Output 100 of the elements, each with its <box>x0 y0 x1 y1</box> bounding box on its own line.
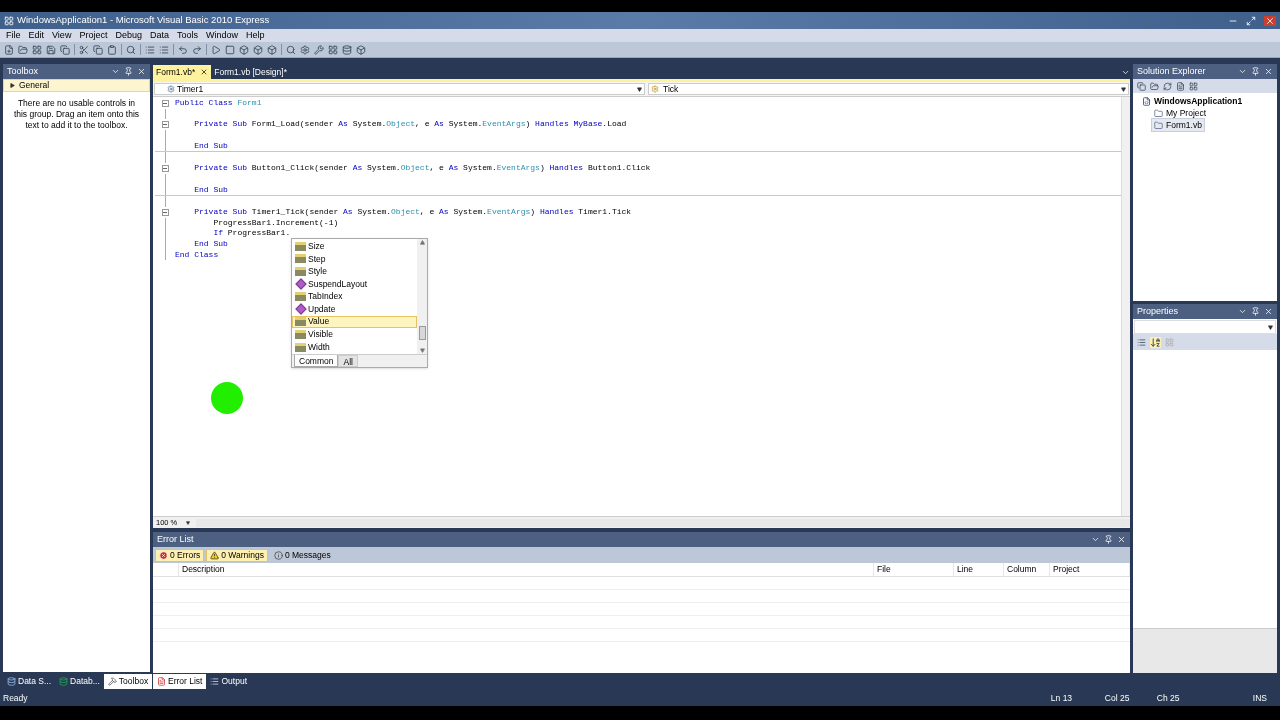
toolbar-icon[interactable] <box>300 44 310 55</box>
collapse-icon[interactable] <box>161 121 169 129</box>
completion-item[interactable]: TabIndex <box>292 290 417 303</box>
completion-tab[interactable]: Common <box>294 355 339 368</box>
column-header[interactable]: Column <box>1004 563 1050 576</box>
pin-icon[interactable] <box>124 67 133 76</box>
completion-tab[interactable]: All <box>338 355 358 368</box>
menu-item[interactable]: Edit <box>24 28 49 43</box>
toolbar-icon[interactable] <box>1163 81 1172 91</box>
method-dropdown[interactable]: Tick <box>648 83 1129 95</box>
toolbar-icon[interactable] <box>107 44 117 55</box>
menu-item[interactable]: Debug <box>111 28 146 43</box>
pin-icon[interactable] <box>1104 535 1113 544</box>
toolbar-icon[interactable] <box>4 44 14 55</box>
toolbar-icon[interactable] <box>126 44 136 55</box>
property-icon <box>295 342 306 352</box>
class-dropdown[interactable]: Timer1 <box>154 83 645 95</box>
completion-item[interactable]: Value <box>292 315 417 329</box>
tool-window-tab[interactable]: Toolbox <box>103 674 153 689</box>
column-header[interactable]: File <box>874 563 954 576</box>
close-icon[interactable] <box>137 67 146 76</box>
window-title: WindowsApplication1 - Microsoft Visual Basic 2010 Express <box>17 13 271 28</box>
completion-item[interactable]: Style <box>292 265 417 278</box>
completion-item[interactable]: Step <box>292 252 417 266</box>
collapse-icon[interactable] <box>161 99 169 107</box>
dropdown-icon[interactable] <box>1091 535 1100 544</box>
tree-item[interactable]: Form1.vb <box>1151 117 1205 133</box>
filter-toggle[interactable]: 0 Warnings <box>206 548 268 562</box>
completion-item[interactable]: Size <box>292 240 417 253</box>
tool-window-tab[interactable]: Data S... <box>3 674 56 689</box>
filter-toggle[interactable]: 0 Errors <box>155 548 205 562</box>
toolbar-icon[interactable] <box>79 44 89 55</box>
dropdown-icon[interactable] <box>1121 68 1130 77</box>
categorized-icon[interactable] <box>1137 337 1146 347</box>
tool-window-tab[interactable]: Error List <box>153 674 207 689</box>
menu-item[interactable]: Tools <box>172 28 202 43</box>
tool-window-tab[interactable]: Output <box>206 674 251 689</box>
toolbar-icon[interactable] <box>211 44 221 55</box>
toolbar-icon[interactable] <box>1189 81 1198 91</box>
toolbar-icon[interactable] <box>1137 81 1146 91</box>
menu-item[interactable]: Data <box>145 28 173 43</box>
toolbar-icon[interactable] <box>18 44 28 55</box>
pin-icon[interactable] <box>1251 307 1260 316</box>
close-icon[interactable] <box>1264 307 1273 316</box>
toolbar-icon[interactable] <box>225 44 235 55</box>
editor-tab[interactable]: Form1.vb [Design]* <box>211 65 290 79</box>
column-header[interactable]: Description <box>179 563 874 576</box>
toolbox-group[interactable]: General <box>3 79 150 92</box>
toolbar-icon[interactable] <box>286 44 296 55</box>
toolbar-icon[interactable] <box>356 44 366 55</box>
completion-item[interactable]: Width <box>292 340 417 354</box>
scroll-up-icon[interactable] <box>419 240 425 245</box>
toolbar-icon[interactable] <box>267 44 277 55</box>
code-line: End Sub <box>193 140 228 152</box>
toolbar-icon[interactable] <box>178 44 188 55</box>
completion-item[interactable]: Update <box>292 302 417 316</box>
toolbar-icon[interactable] <box>253 44 263 55</box>
scroll-down-icon[interactable] <box>419 348 425 354</box>
toolbar-icon[interactable] <box>32 44 42 55</box>
menu-item[interactable]: Help <box>242 28 269 43</box>
completion-item[interactable]: Visible <box>292 328 417 341</box>
completion-item[interactable]: SuspendLayout <box>292 277 417 291</box>
maximize-icon[interactable] <box>1246 15 1256 26</box>
toolbar-icon[interactable] <box>46 44 56 55</box>
column-header[interactable]: Line <box>954 563 1004 576</box>
dropdown-icon[interactable] <box>1238 307 1247 316</box>
scroll-thumb[interactable] <box>418 326 426 341</box>
tool-window-tab[interactable]: Datab... <box>55 674 104 689</box>
toolbar-icon[interactable] <box>192 44 202 55</box>
toolbar-icon[interactable] <box>342 44 352 55</box>
sort-icon[interactable] <box>1150 336 1161 348</box>
dropdown-icon[interactable] <box>111 67 120 76</box>
filter-toggle[interactable]: 0 Messages <box>269 548 335 562</box>
toolbar-icon[interactable] <box>239 44 249 55</box>
close-icon[interactable] <box>200 68 209 76</box>
toolbar-icon[interactable] <box>1176 81 1185 91</box>
toolbar-icon[interactable] <box>60 44 70 55</box>
toolbar-icon[interactable] <box>93 44 103 55</box>
toolbar-icon[interactable] <box>145 44 155 55</box>
menu-item[interactable]: File <box>2 28 25 43</box>
column-header[interactable]: Project <box>1050 563 1130 576</box>
close-icon[interactable] <box>1117 535 1126 544</box>
toolbar-icon[interactable] <box>314 44 324 55</box>
close-icon[interactable] <box>1264 15 1276 26</box>
toolbar-icon[interactable] <box>328 44 338 55</box>
property-icon <box>295 267 306 276</box>
expanded-icon <box>10 83 15 88</box>
dropdown-icon[interactable] <box>1238 67 1247 76</box>
toolbar-icon[interactable] <box>1150 81 1159 91</box>
editor-tab[interactable]: Form1.vb* <box>153 65 212 79</box>
menu-item[interactable]: View <box>48 28 76 43</box>
dropdown-arrow-icon[interactable] <box>186 520 191 525</box>
method-icon <box>295 278 307 290</box>
menu-item[interactable]: Window <box>201 28 242 43</box>
close-icon[interactable] <box>1264 67 1273 76</box>
collapse-icon[interactable] <box>161 208 169 216</box>
menu-item[interactable]: Project <box>75 28 112 43</box>
pin-icon[interactable] <box>1251 67 1260 76</box>
toolbar-icon[interactable] <box>159 44 169 55</box>
collapse-icon[interactable] <box>161 164 169 172</box>
